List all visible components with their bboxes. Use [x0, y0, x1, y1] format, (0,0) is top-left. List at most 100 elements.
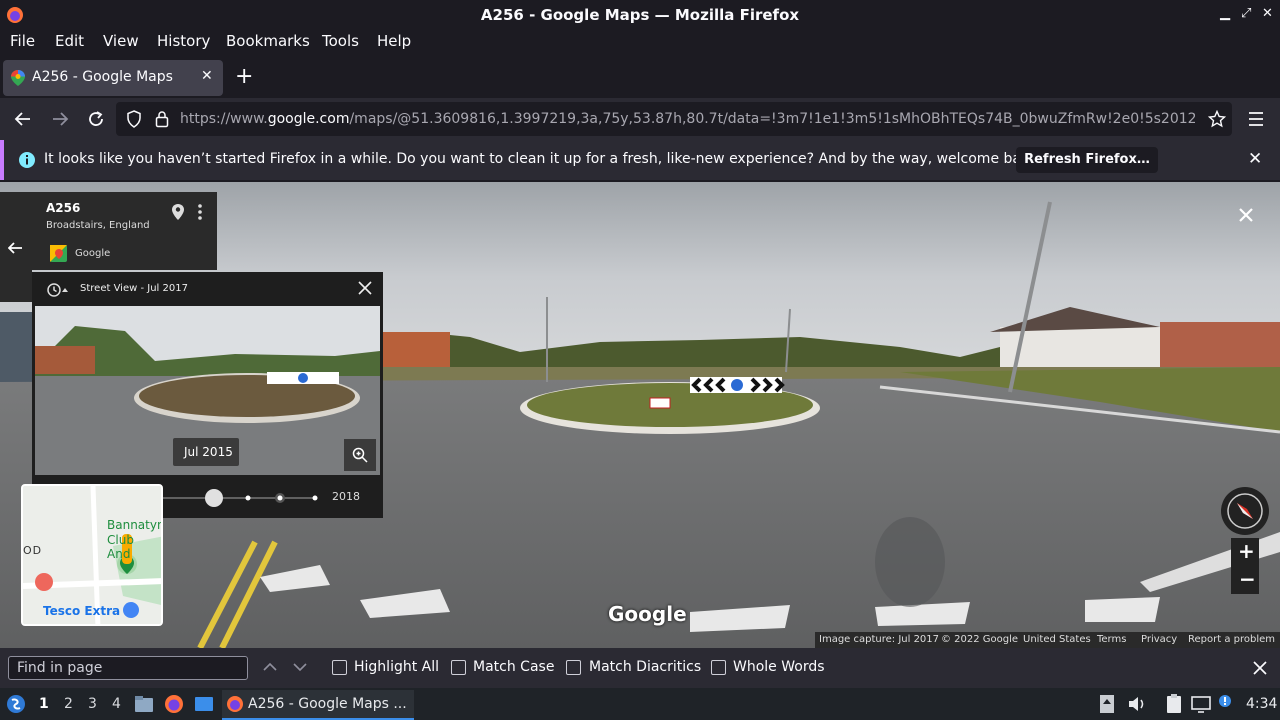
- street-view-content[interactable]: A256 Broadstairs, England Google Street …: [0, 182, 1280, 648]
- tab-strip: A256 - Google Maps ✕ +: [0, 58, 1280, 98]
- forward-arrow-icon[interactable]: [51, 110, 69, 128]
- back-arrow-icon[interactable]: [14, 110, 32, 128]
- volume-icon[interactable]: [1127, 695, 1147, 713]
- close-window-icon[interactable]: ✕: [1262, 6, 1273, 21]
- highlight-all-label[interactable]: Highlight All: [354, 659, 439, 675]
- file-manager-icon[interactable]: [134, 695, 154, 713]
- find-input[interactable]: Find in page: [8, 656, 248, 680]
- history-clock-icon[interactable]: [46, 282, 68, 298]
- menu-help[interactable]: Help: [377, 32, 411, 50]
- workspace-4[interactable]: 4: [112, 696, 121, 712]
- zoom-out-button[interactable]: −: [1239, 567, 1256, 591]
- back-button[interactable]: [0, 192, 32, 302]
- firefox-icon: [7, 7, 23, 23]
- copyright-text: © 2022 Google: [941, 634, 1019, 645]
- find-placeholder: Find in page: [17, 660, 103, 676]
- image-capture-date: Image capture: Jul 2017: [819, 634, 940, 645]
- highlight-all-checkbox[interactable]: [332, 660, 347, 675]
- minimap-label-bannatyn: Bannatyn: [107, 518, 163, 532]
- menu-file[interactable]: File: [10, 32, 35, 50]
- workspace-3[interactable]: 3: [88, 696, 97, 712]
- taskbar-window-label: A256 - Google Maps ...: [248, 696, 407, 712]
- shield-icon[interactable]: [126, 110, 142, 128]
- magnifier-icon: [352, 447, 368, 463]
- menu-view[interactable]: View: [103, 32, 139, 50]
- zoom-controls: + −: [1231, 538, 1259, 594]
- minimap-label-tesco: Tesco Extra: [43, 604, 121, 618]
- close-panel-icon[interactable]: [357, 280, 373, 296]
- tab-google-maps[interactable]: A256 - Google Maps ✕: [3, 60, 223, 96]
- google-maps-logo-icon: [50, 245, 67, 262]
- minimap-label-od: OD: [23, 544, 43, 557]
- taskbar-firefox-window[interactable]: A256 - Google Maps ...: [222, 690, 414, 720]
- workspace-1[interactable]: 1: [39, 696, 49, 712]
- clock: 4:34: [1246, 696, 1278, 712]
- more-options-icon[interactable]: [196, 203, 204, 221]
- url-text[interactable]: https://www.google.com/maps/@51.3609816,…: [180, 111, 1195, 127]
- clipboard-icon[interactable]: [1165, 694, 1183, 714]
- google-watermark: Google: [608, 602, 687, 626]
- report-problem-link[interactable]: Report a problem: [1188, 634, 1275, 645]
- window-titlebar: A256 - Google Maps — Mozilla Firefox ▁ ⤢…: [0, 0, 1280, 30]
- close-notification-icon[interactable]: ✕: [1248, 149, 1262, 169]
- maximize-icon[interactable]: ⤢: [1241, 6, 1251, 21]
- minimap[interactable]: Bannatyn Club And OD Tesco Extra: [21, 484, 163, 626]
- hamburger-menu-icon[interactable]: [1247, 111, 1265, 127]
- system-taskbar: 1 2 3 4 A256 - Google Maps ... 4:34: [0, 688, 1280, 720]
- place-subtitle: Broadstairs, England: [46, 220, 150, 231]
- firefox-launcher-icon[interactable]: [164, 694, 184, 714]
- window-title: A256 - Google Maps — Mozilla Firefox: [480, 6, 800, 24]
- place-card: A256 Broadstairs, England Google: [32, 192, 217, 270]
- new-tab-icon[interactable]: +: [235, 64, 253, 89]
- location-pin-icon[interactable]: [171, 203, 185, 221]
- preview-date-badge: Jul 2015: [173, 438, 239, 466]
- match-diacritics-label[interactable]: Match Diacritics: [589, 659, 701, 675]
- close-find-bar-icon[interactable]: [1252, 660, 1268, 676]
- bookmark-star-icon[interactable]: [1208, 110, 1226, 128]
- menu-history[interactable]: History: [157, 32, 210, 50]
- find-bar: Find in page Highlight All Match Case Ma…: [0, 648, 1280, 688]
- google-maps-favicon-icon: [11, 70, 25, 86]
- zoom-in-button[interactable]: +: [1238, 539, 1255, 563]
- menu-bookmarks[interactable]: Bookmarks: [226, 32, 310, 50]
- timeline-header: Street View - Jul 2017: [80, 283, 188, 294]
- preview-date: Jul 2015: [184, 445, 233, 459]
- place-source: Google: [75, 248, 111, 259]
- maps-footer: Image capture: Jul 2017 © 2022 Google Un…: [815, 632, 1280, 648]
- find-previous-icon[interactable]: [263, 662, 277, 672]
- whole-words-label[interactable]: Whole Words: [733, 659, 825, 675]
- notification-bar: It looks like you haven’t started Firefo…: [0, 140, 1280, 180]
- tray-updates-icon[interactable]: [1099, 694, 1115, 714]
- system-menu-icon[interactable]: [6, 694, 26, 714]
- display-icon[interactable]: [1191, 695, 1211, 713]
- url-bar[interactable]: https://www.google.com/maps/@51.3609816,…: [116, 102, 1232, 136]
- privacy-link[interactable]: Privacy: [1141, 634, 1177, 645]
- menu-edit[interactable]: Edit: [55, 32, 84, 50]
- match-case-checkbox[interactable]: [451, 660, 466, 675]
- info-icon: [19, 152, 35, 168]
- find-next-icon[interactable]: [293, 662, 307, 672]
- whole-words-checkbox[interactable]: [711, 660, 726, 675]
- close-tab-icon[interactable]: ✕: [201, 68, 213, 84]
- menu-tools[interactable]: Tools: [322, 32, 359, 50]
- reload-icon[interactable]: [87, 110, 105, 128]
- minimap-label-club: Club And: [107, 533, 134, 561]
- compass-icon: [1227, 493, 1263, 529]
- time-machine-panel: Street View - Jul 2017 Jul 2015 2009 201…: [32, 272, 383, 518]
- lock-icon[interactable]: [155, 110, 169, 128]
- match-diacritics-checkbox[interactable]: [566, 660, 581, 675]
- match-case-label[interactable]: Match Case: [473, 659, 554, 675]
- refresh-firefox-button[interactable]: Refresh Firefox…: [1016, 147, 1158, 173]
- close-street-view-icon[interactable]: [1237, 206, 1255, 224]
- back-arrow-icon: [8, 242, 22, 254]
- notification-icon[interactable]: [1217, 694, 1233, 714]
- desktop-icon[interactable]: [194, 695, 214, 713]
- terms-link[interactable]: Terms: [1097, 634, 1126, 645]
- zoom-preview-button[interactable]: [344, 439, 376, 471]
- region-link[interactable]: United States: [1023, 634, 1091, 645]
- workspace-2[interactable]: 2: [64, 696, 73, 712]
- navigation-toolbar: https://www.google.com/maps/@51.3609816,…: [0, 98, 1280, 140]
- minimize-icon[interactable]: ▁: [1220, 6, 1230, 21]
- compass-button[interactable]: [1221, 487, 1269, 535]
- firefox-task-icon: [227, 696, 243, 712]
